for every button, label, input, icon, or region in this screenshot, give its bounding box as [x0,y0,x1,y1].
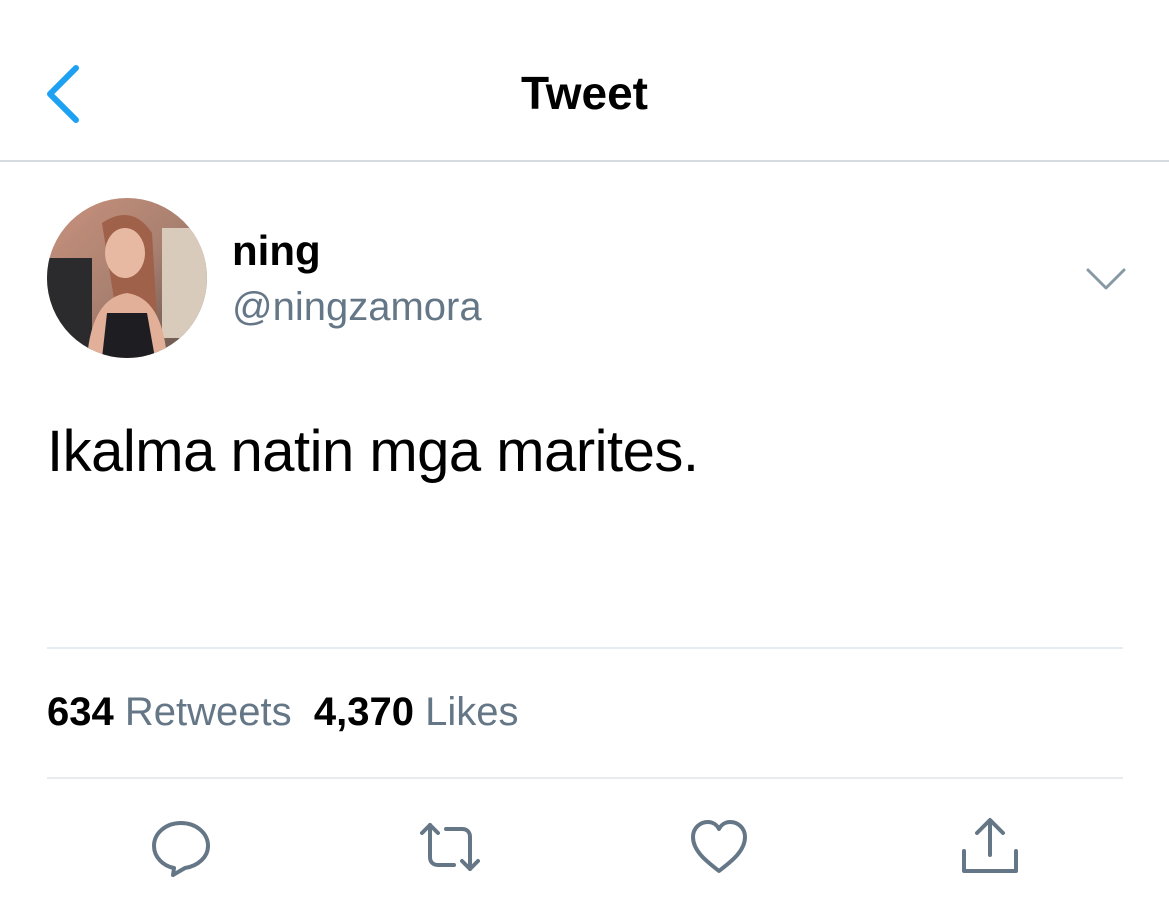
navigation-bar: Tweet [0,0,1169,162]
chevron-down-icon [1086,268,1126,290]
profile-photo [47,198,207,358]
retweets-label: Retweets [124,690,292,734]
reply-icon [152,821,210,877]
like-button[interactable] [687,815,751,879]
likes-stat[interactable]: 4,370 Likes [314,690,519,734]
like-icon [691,820,747,873]
tweet-stats: 634 Retweets 4,370 Likes [47,690,518,735]
retweets-count: 634 [47,690,114,734]
divider [47,777,1123,779]
divider [47,647,1123,649]
reply-button[interactable] [149,815,213,879]
page-title: Tweet [521,67,648,119]
retweet-icon [420,823,480,871]
share-icon [962,818,1018,873]
likes-count: 4,370 [313,690,414,734]
tweet-menu-button[interactable] [1082,262,1130,298]
retweet-button[interactable] [418,815,482,879]
share-button[interactable] [958,815,1022,879]
likes-label: Likes [425,690,519,734]
retweets-stat[interactable]: 634 Retweets [47,690,292,734]
avatar[interactable] [47,198,207,358]
display-name[interactable]: ning [232,227,321,275]
tweet-text: Ikalma natin mga marites. [47,419,699,484]
username[interactable]: @ningzamora [232,285,482,330]
